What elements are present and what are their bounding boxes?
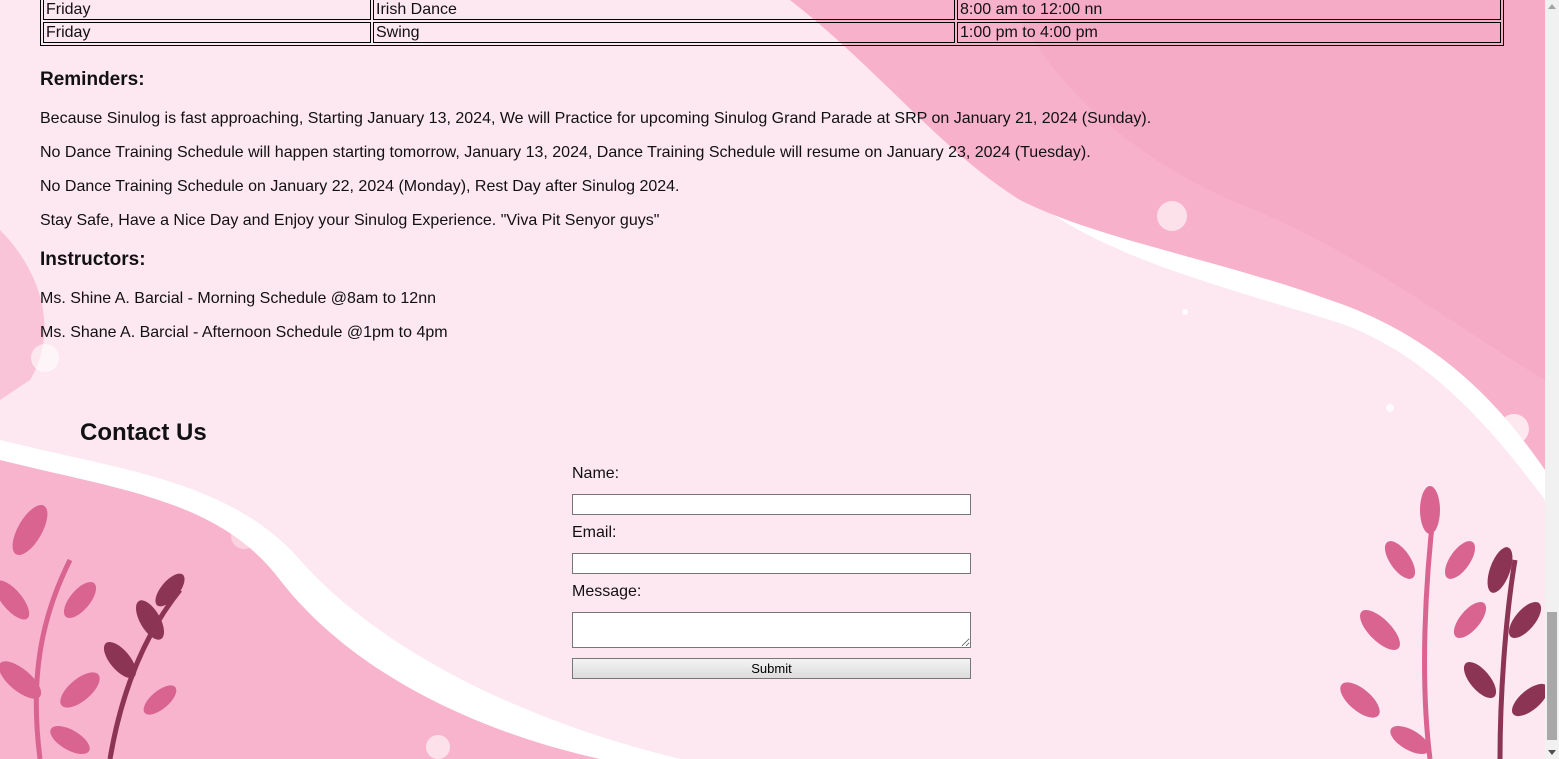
- message-field[interactable]: [572, 612, 971, 648]
- day-cell: Friday: [43, 0, 371, 20]
- reminder-item: Because Sinulog is fast approaching, Sta…: [40, 110, 1152, 127]
- instructor-item: Ms. Shane A. Barcial - Afternoon Schedul…: [40, 324, 448, 341]
- submit-button[interactable]: Submit: [572, 658, 971, 679]
- table-row: Friday Swing 1:00 pm to 4:00 pm: [43, 22, 1501, 43]
- dance-cell: Irish Dance: [373, 0, 955, 20]
- reminder-item: No Dance Training Schedule will happen s…: [40, 144, 1091, 161]
- email-label: Email:: [572, 524, 617, 541]
- reminder-item: No Dance Training Schedule on January 22…: [40, 178, 680, 195]
- name-label: Name:: [572, 465, 620, 482]
- time-cell: 1:00 pm to 4:00 pm: [957, 22, 1501, 43]
- vertical-scrollbar[interactable]: [1545, 0, 1559, 759]
- message-label: Message:: [572, 583, 642, 600]
- main-content: Friday Irish Dance 8:00 am to 12:00 nn F…: [0, 0, 1545, 759]
- instructors-heading: Instructors:: [40, 249, 146, 270]
- page: Friday Irish Dance 8:00 am to 12:00 nn F…: [0, 0, 1559, 759]
- day-cell: Friday: [43, 22, 371, 43]
- reminder-item: Stay Safe, Have a Nice Day and Enjoy you…: [40, 212, 660, 229]
- dance-cell: Swing: [373, 22, 955, 43]
- time-cell: 8:00 am to 12:00 nn: [957, 0, 1501, 20]
- scroll-up-arrow-icon[interactable]: [1548, 4, 1556, 9]
- scrollbar-thumb[interactable]: [1547, 612, 1557, 740]
- instructor-item: Ms. Shine A. Barcial - Morning Schedule …: [40, 290, 436, 307]
- email-field[interactable]: [572, 553, 971, 574]
- name-field[interactable]: [572, 494, 971, 515]
- contact-us-title: Contact Us: [80, 419, 207, 446]
- reminders-heading: Reminders:: [40, 69, 145, 90]
- scroll-down-arrow-icon[interactable]: [1548, 750, 1556, 755]
- table-row: Friday Irish Dance 8:00 am to 12:00 nn: [43, 0, 1501, 20]
- schedule-table: Friday Irish Dance 8:00 am to 12:00 nn F…: [40, 0, 1504, 46]
